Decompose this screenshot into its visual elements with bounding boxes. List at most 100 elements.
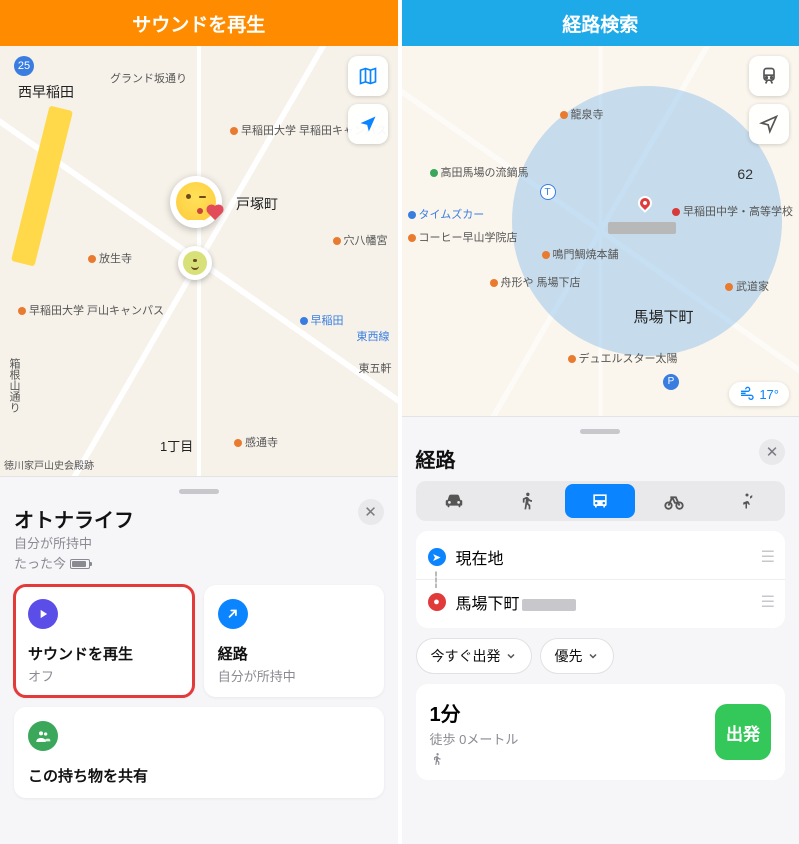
priority-chip[interactable]: 優先	[540, 638, 614, 674]
walk-icon	[430, 752, 444, 766]
sheet-title: 経路	[416, 444, 786, 473]
map-icon	[358, 66, 378, 86]
poi-label: 武道家	[725, 278, 769, 294]
left-header: サウンドを再生	[0, 0, 398, 46]
origin-dot-icon: ➤	[428, 548, 446, 566]
emoji-face-icon	[183, 251, 207, 275]
card-title: 経路	[218, 643, 370, 664]
mode-cycle[interactable]	[638, 484, 708, 518]
left-pane: サウンドを再生 25 西早稲田 グランド坂通り 戸塚町 早稲田大学 早稲田キャン…	[0, 0, 402, 844]
wind-icon	[739, 386, 755, 402]
sheet-grabber[interactable]	[179, 489, 219, 494]
route-to-row[interactable]: ● 馬場下町 ☰	[416, 579, 786, 624]
walk-icon	[517, 491, 537, 511]
item-title: オトナライフ	[14, 504, 384, 533]
poi-label: タイムズカー	[408, 206, 485, 222]
locate-me-button[interactable]	[348, 104, 388, 144]
poi-label: 徳川家戸山史会殿跡	[4, 461, 94, 472]
route-number-badge: 25	[14, 56, 34, 76]
station-label: 早稲田	[300, 312, 344, 328]
poi-label: コーヒー早山学院店	[408, 232, 518, 244]
left-sheet[interactable]: ✕ オトナライフ 自分が所持中 たった今 サウンドを再生 オフ	[0, 476, 398, 844]
hail-icon	[738, 492, 756, 510]
transport-mode-segment	[416, 481, 786, 521]
line-label: 東西線	[357, 328, 390, 344]
destination-dot-icon: ●	[428, 593, 446, 611]
location-arrow-icon	[759, 114, 779, 134]
mode-drive[interactable]	[419, 484, 489, 518]
right-pane: 経路検索 龍泉寺 高田馬場の流鏑馬 タイムズカー コーヒー早山学院店 鳴門鯛焼本…	[402, 0, 799, 844]
map-style-button[interactable]	[348, 56, 388, 96]
chevron-down-icon	[587, 650, 599, 662]
route-from-label: 現在地	[456, 545, 504, 569]
area-label: 1丁目	[160, 436, 193, 455]
self-location-dot[interactable]	[178, 246, 212, 280]
bus-icon	[590, 491, 610, 511]
play-icon	[28, 599, 58, 629]
right-map[interactable]: 龍泉寺 高田馬場の流鏑馬 タイムズカー コーヒー早山学院店 鳴門鯛焼本舗 舟形や…	[402, 46, 799, 416]
emoji-kiss-icon	[176, 182, 216, 222]
train-icon	[759, 66, 779, 86]
poi-label: 放生寺	[88, 250, 132, 266]
poi-label: 早稲田中学・高等学校	[672, 206, 793, 218]
route-result-card[interactable]: 1分 徒歩 0メートル 出発	[416, 684, 786, 780]
chevron-down-icon	[505, 650, 517, 662]
item-last-seen: たった今	[14, 555, 384, 573]
card-subtitle: 自分が所持中	[218, 666, 370, 685]
poi-label: 鳴門鯛焼本舗	[542, 246, 619, 262]
close-button[interactable]: ✕	[358, 499, 384, 525]
reorder-handle-icon[interactable]: ☰	[761, 547, 773, 567]
directions-icon	[218, 599, 248, 629]
mode-walk[interactable]	[492, 484, 562, 518]
poi-label: 穴八幡宮	[333, 232, 388, 248]
poi-label: デュエルスター太陽	[568, 350, 678, 366]
area-label: 西早稲田	[18, 82, 74, 102]
go-button[interactable]: 出発	[715, 704, 771, 760]
battery-icon	[70, 559, 90, 569]
route-from-row[interactable]: ➤ 現在地 ☰	[416, 535, 786, 579]
card-title: この持ち物を共有	[28, 765, 370, 786]
poi-label: 舟形や 馬場下店	[490, 274, 581, 290]
area-label: 戸塚町	[236, 194, 278, 214]
route-distance: 徒歩 0メートル	[430, 729, 519, 748]
mode-transit[interactable]	[565, 484, 635, 518]
bike-icon	[663, 490, 685, 512]
area-label: 馬場下町	[634, 306, 694, 327]
parking-icon: P	[663, 374, 679, 390]
redacted-text	[522, 599, 576, 611]
redacted-label	[608, 222, 676, 234]
directions-card[interactable]: 経路 自分が所持中	[204, 585, 384, 697]
people-icon	[28, 721, 58, 751]
poi-label: 龍泉寺	[560, 106, 604, 122]
locate-me-button[interactable]	[749, 104, 789, 144]
area-label: 東五軒	[359, 360, 392, 376]
share-item-card[interactable]: この持ち物を共有	[14, 707, 384, 798]
depart-time-chip[interactable]: 今すぐ出発	[416, 638, 532, 674]
card-subtitle: オフ	[28, 666, 180, 685]
mode-rideshare[interactable]	[712, 484, 782, 518]
car-icon	[443, 490, 465, 512]
route-endpoints: ➤ 現在地 ☰ ● 馬場下町 ☰	[416, 531, 786, 628]
item-pin[interactable]	[170, 176, 222, 228]
street-label: 箱根山通り	[6, 358, 22, 413]
transit-layer-button[interactable]	[749, 56, 789, 96]
poi-label: 感通寺	[234, 434, 278, 450]
sheet-grabber[interactable]	[580, 429, 620, 434]
card-title: サウンドを再生	[28, 643, 180, 664]
location-arrow-icon	[358, 114, 378, 134]
building-number: 62	[737, 166, 753, 182]
reorder-handle-icon[interactable]: ☰	[761, 592, 773, 612]
street-label: グランド坂通り	[110, 70, 187, 86]
poi-label: 早稲田大学 戸山キャンパス	[18, 302, 164, 318]
play-sound-card[interactable]: サウンドを再生 オフ	[14, 585, 194, 697]
item-owner: 自分が所持中	[14, 535, 384, 553]
right-sheet[interactable]: ✕ 経路 ➤ 現在地 ☰ ● 馬場下町 ☰	[402, 416, 799, 844]
close-button[interactable]: ✕	[759, 439, 785, 465]
right-header: 経路検索	[402, 0, 799, 46]
poi-label: 高田馬場の流鏑馬	[430, 164, 529, 180]
metro-exit-icon: T	[540, 184, 556, 200]
route-to-label: 馬場下町	[456, 590, 576, 614]
left-map[interactable]: 25 西早稲田 グランド坂通り 戸塚町 早稲田大学 早稲田キャンパス 放生寺 早…	[0, 46, 398, 476]
weather-chip[interactable]: 17°	[729, 382, 789, 406]
route-duration: 1分	[430, 698, 519, 727]
